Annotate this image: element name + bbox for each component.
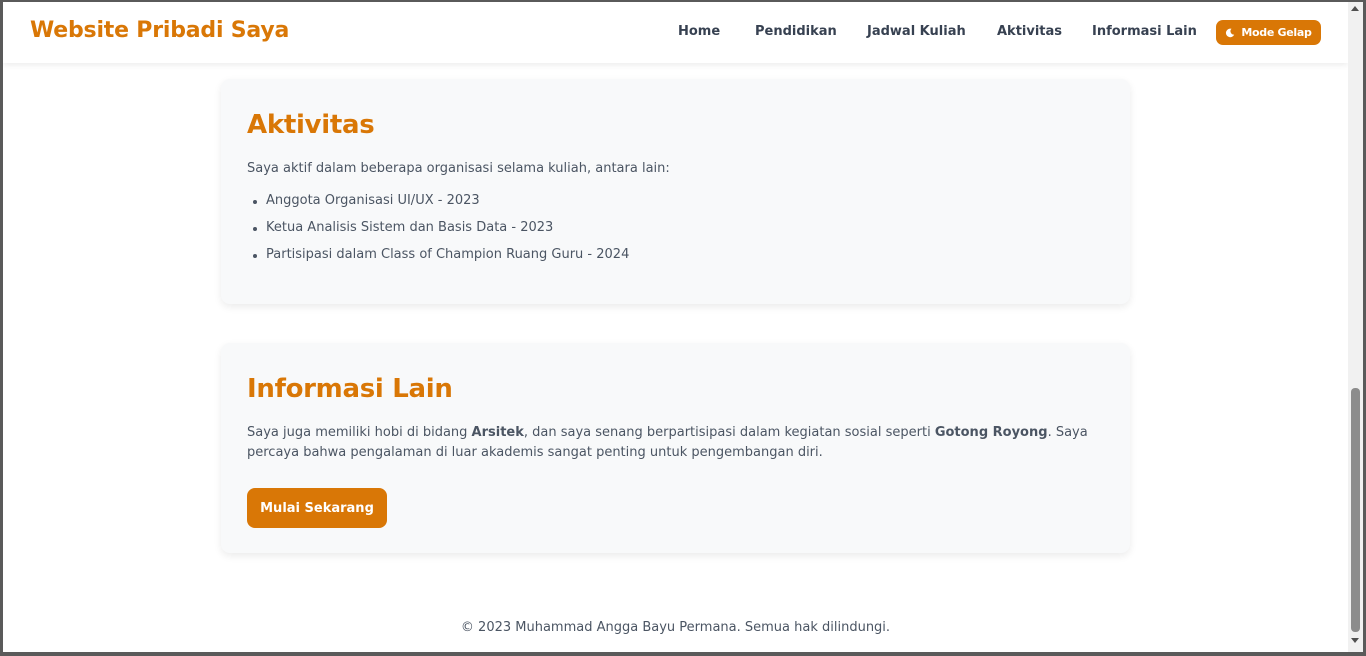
site-brand[interactable]: Website Pribadi Saya [30, 18, 289, 43]
dark-mode-label: Mode Gelap [1241, 26, 1312, 39]
aktivitas-title: Aktivitas [247, 110, 375, 140]
browser-viewport: Website Pribadi Saya Home Pendidikan Jad… [3, 2, 1348, 652]
list-item: Partisipasi dalam Class of Champion Ruan… [252, 247, 630, 262]
scrollbar-thumb[interactable] [1351, 388, 1360, 632]
hobby-highlight: Arsitek [471, 425, 524, 440]
aktivitas-intro: Saya aktif dalam beberapa organisasi sel… [247, 161, 670, 176]
list-item: Ketua Analisis Sistem dan Basis Data - 2… [252, 220, 554, 235]
informasi-text-2: , dan saya senang berpartisipasi dalam k… [523, 425, 935, 440]
mulai-sekarang-button[interactable]: Mulai Sekarang [247, 488, 387, 528]
nav-informasi-lain[interactable]: Informasi Lain [1092, 24, 1197, 39]
list-item: Anggota Organisasi UI/UX - 2023 [253, 193, 480, 208]
nav-aktivitas[interactable]: Aktivitas [997, 24, 1062, 39]
informasi-paragraph: Saya juga memiliki hobi di bidang Arsite… [247, 423, 1097, 463]
footer-copyright: © 2023 Muhammad Angga Bayu Permana. Semu… [460, 620, 891, 635]
vertical-scrollbar[interactable] [1348, 2, 1363, 652]
nav-home[interactable]: Home [678, 24, 720, 39]
informasi-text-1: Saya juga memiliki hobi di bidang [247, 425, 472, 440]
aktivitas-card: Aktivitas Saya aktif dalam beberapa orga… [221, 79, 1130, 304]
informasi-card: Informasi Lain Saya juga memiliki hobi d… [221, 343, 1130, 553]
nav-pendidikan[interactable]: Pendidikan [755, 24, 837, 39]
dark-mode-button[interactable]: Mode Gelap [1216, 20, 1321, 45]
moon-icon [1226, 28, 1235, 37]
informasi-title: Informasi Lain [247, 374, 453, 404]
navbar: Website Pribadi Saya Home Pendidikan Jad… [3, 2, 1348, 63]
scroll-up-arrow-icon[interactable] [1351, 6, 1359, 11]
nav-jadwal-kuliah[interactable]: Jadwal Kuliah [867, 24, 966, 39]
scroll-down-arrow-icon[interactable] [1351, 638, 1359, 643]
social-highlight: Gotong Royong [934, 425, 1048, 440]
